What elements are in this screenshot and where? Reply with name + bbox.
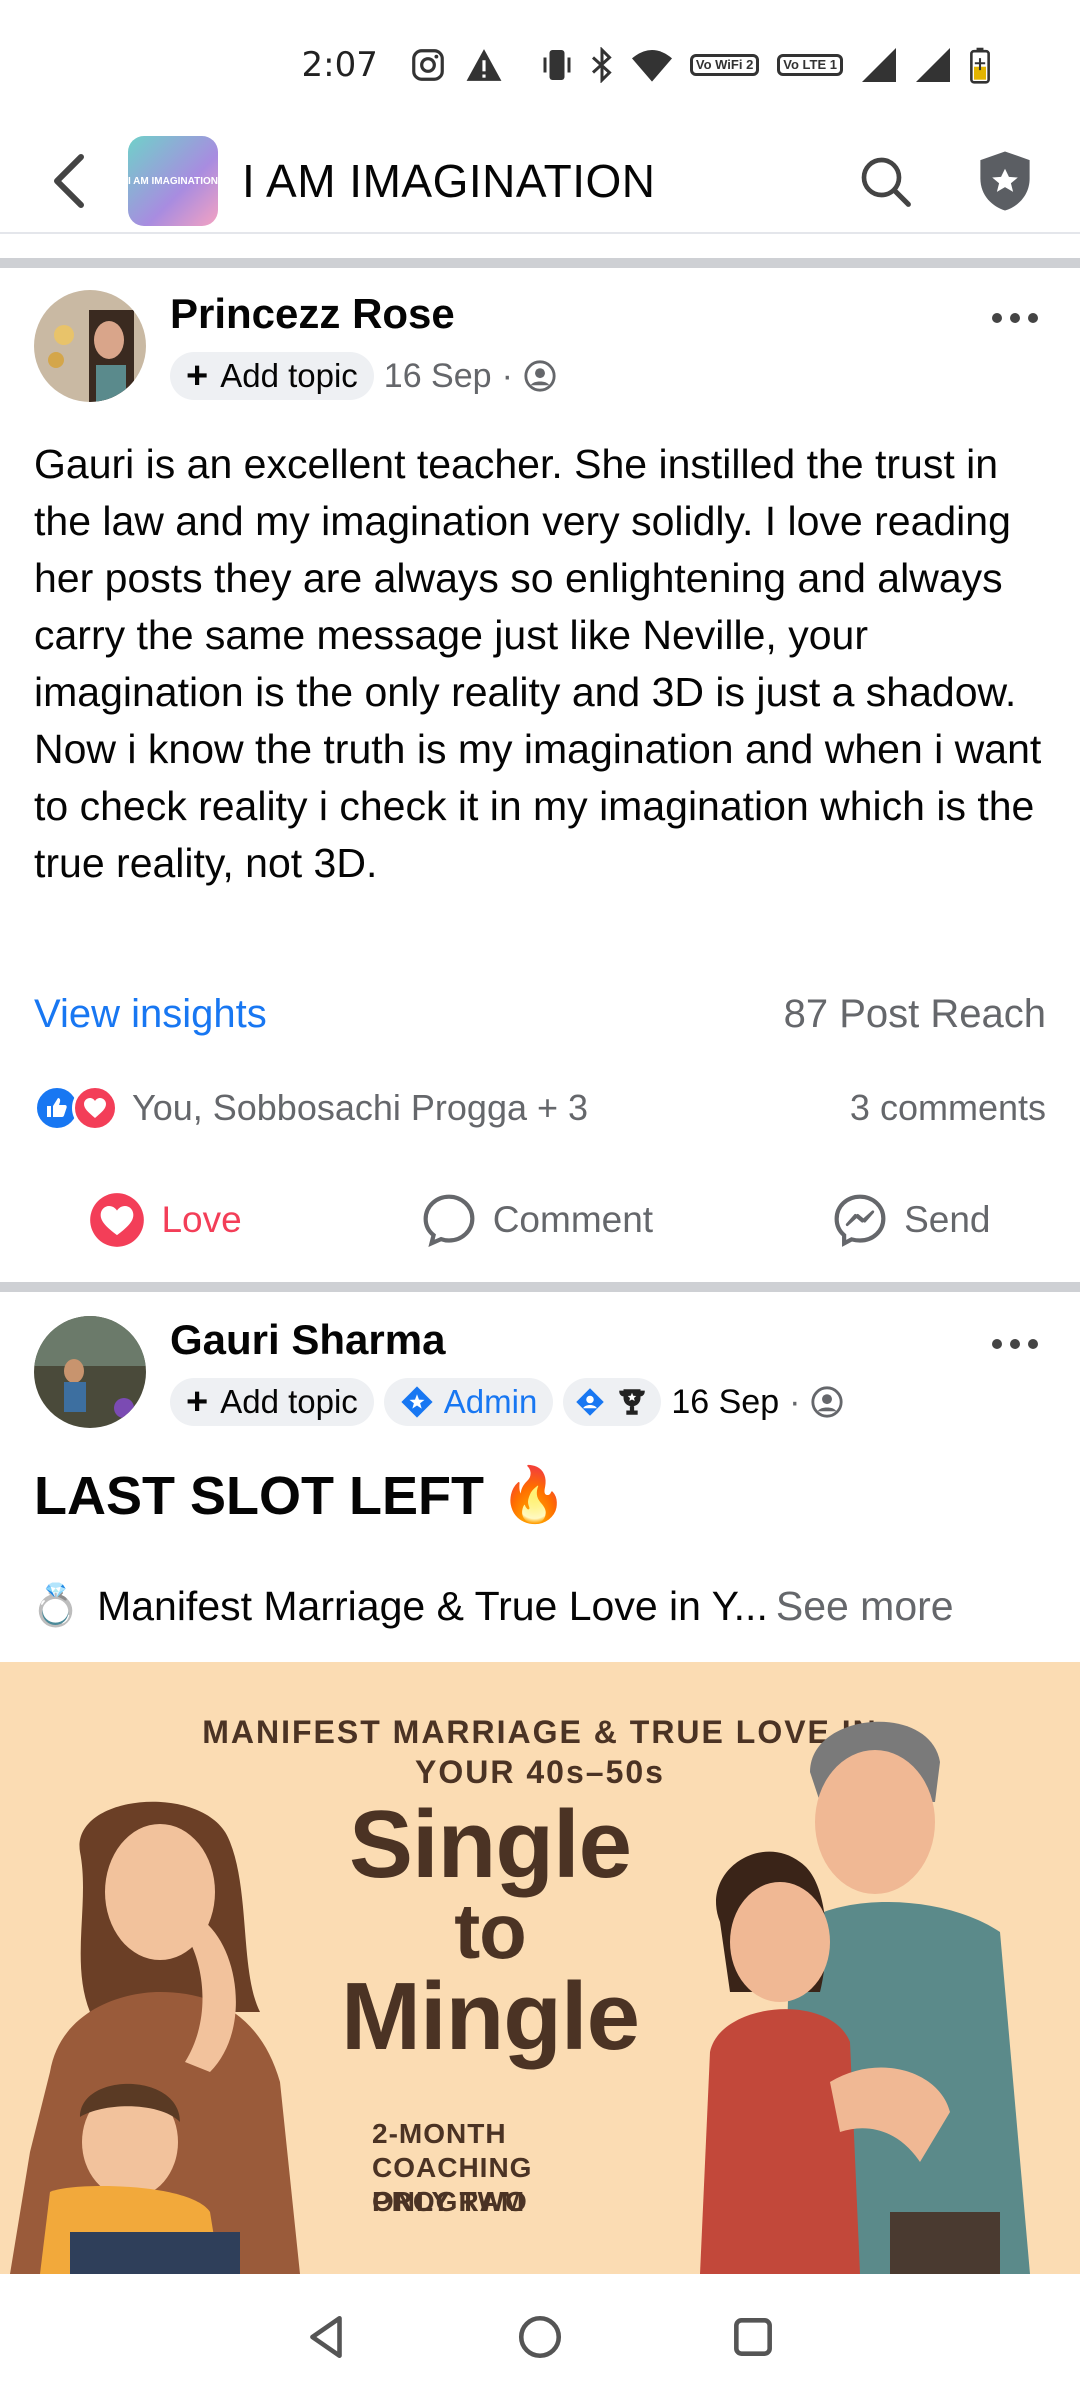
vowifi2-icon: Vo WiFi 2	[689, 45, 760, 85]
post-actions: Love Comment Send	[0, 1190, 1080, 1250]
section-divider	[0, 1282, 1080, 1292]
trophy-icon	[619, 1389, 646, 1415]
comments-count[interactable]: 3 comments	[850, 1087, 1046, 1129]
author-name[interactable]: Gauri Sharma	[170, 1316, 844, 1364]
admin-badge[interactable]: Admin	[383, 1378, 554, 1426]
search-button[interactable]	[850, 146, 920, 216]
group-avatar[interactable]: I AM IMAGINATION	[128, 136, 218, 226]
happy-couple-illustration	[700, 1721, 1030, 2274]
post-reach: 87 Post Reach	[783, 992, 1046, 1036]
wifi-icon	[631, 45, 672, 85]
add-topic-button[interactable]: + Add topic	[170, 1378, 374, 1426]
love-reaction-icon	[72, 1085, 118, 1131]
post-header: Princezz Rose + Add topic 16 Sep ·	[34, 290, 557, 402]
post-headline: LAST SLOT LEFT 🔥	[34, 1465, 568, 1526]
bluetooth-icon	[590, 45, 614, 85]
post-meta: + Add topic Admin 16 Sep ·	[170, 1378, 844, 1426]
insights-row: View insights 87 Post Reach	[34, 992, 1046, 1037]
post-text: Gauri is an excellent teacher. She insti…	[34, 441, 1042, 886]
plus-icon: +	[186, 1380, 209, 1423]
send-button[interactable]: Send	[832, 1192, 991, 1248]
fire-icon: 🔥	[499, 1465, 568, 1525]
nav-home-button[interactable]	[505, 2302, 575, 2372]
preview-text: Manifest Marriage & True Love in Y...	[97, 1582, 768, 1629]
reactions-summary: You, Sobbosachi Progga + 3 3 comments	[34, 1085, 1046, 1131]
system-nav-bar	[0, 2274, 1080, 2400]
comment-button[interactable]: Comment	[421, 1192, 653, 1248]
plus-icon: +	[186, 354, 209, 397]
warning-icon	[465, 45, 503, 85]
post-header: Gauri Sharma + Add topic Admin 16 Sep ·	[34, 1316, 844, 1428]
messenger-icon	[834, 1194, 886, 1247]
author-name[interactable]: Princezz Rose	[170, 290, 557, 338]
reactions-button[interactable]: You, Sobbosachi Progga + 3	[34, 1085, 588, 1131]
nav-back-button[interactable]	[292, 2302, 362, 2372]
more-options-button[interactable]	[980, 1324, 1050, 1364]
battery-charging-icon	[969, 45, 991, 85]
volte1-icon: Vo LTE 1	[777, 45, 843, 85]
promo-only: ONLY TWO	[372, 2186, 528, 2217]
members-privacy-icon	[524, 360, 556, 392]
see-more-link[interactable]: See more	[776, 1583, 954, 1630]
post-meta: + Add topic 16 Sep ·	[170, 352, 557, 400]
avatar[interactable]	[34, 290, 146, 402]
signal-icon	[915, 45, 951, 85]
admin-tools-button[interactable]	[970, 146, 1040, 216]
section-divider	[0, 258, 1080, 268]
signal-icon	[861, 45, 897, 85]
sad-mother-child-illustration	[10, 1801, 300, 2274]
vibrate-icon	[542, 45, 572, 85]
post-date[interactable]: 16 Sep	[671, 1383, 779, 1422]
comment-icon	[423, 1194, 475, 1247]
instagram-icon	[409, 45, 447, 85]
chevron-left-icon	[54, 154, 84, 208]
reactor-names: You, Sobbosachi Progga + 3	[132, 1087, 589, 1128]
status-time: 2:07	[301, 45, 378, 85]
promo-title: Single to Mingle	[341, 1791, 640, 2070]
back-button[interactable]	[34, 146, 104, 216]
love-icon	[90, 1193, 145, 1247]
group-header: I AM IMAGINATION I AM IMAGINATION	[0, 130, 1080, 234]
admin-diamond-icon	[576, 1388, 605, 1416]
more-options-button[interactable]	[980, 298, 1050, 338]
search-icon	[861, 157, 911, 207]
square-recents-icon	[734, 2318, 773, 2356]
avatar[interactable]	[34, 1316, 146, 1428]
members-privacy-icon	[811, 1386, 844, 1418]
shield-star-icon	[980, 151, 1030, 211]
post-preview: 💍 Manifest Marriage & True Love in Y... …	[30, 1582, 1060, 1630]
admin-star-icon	[401, 1386, 433, 1418]
badges-chip[interactable]	[563, 1378, 662, 1426]
love-button[interactable]: Love	[89, 1192, 242, 1248]
triangle-back-icon	[309, 2315, 342, 2359]
post-date[interactable]: 16 Sep	[384, 357, 492, 396]
add-topic-button[interactable]: + Add topic	[170, 352, 374, 400]
nav-recents-button[interactable]	[718, 2302, 788, 2372]
post-image[interactable]: MANIFEST MARRIAGE & TRUE LOVE IN YOUR 40…	[0, 1662, 1080, 2274]
circle-home-icon	[518, 2315, 562, 2359]
ring-icon: 💍	[30, 1582, 82, 1628]
group-title[interactable]: I AM IMAGINATION	[242, 154, 850, 208]
status-bar: 2:07 Vo WiFi 2 Vo LTE 1	[0, 0, 1080, 130]
view-insights-link[interactable]: View insights	[34, 992, 267, 1037]
